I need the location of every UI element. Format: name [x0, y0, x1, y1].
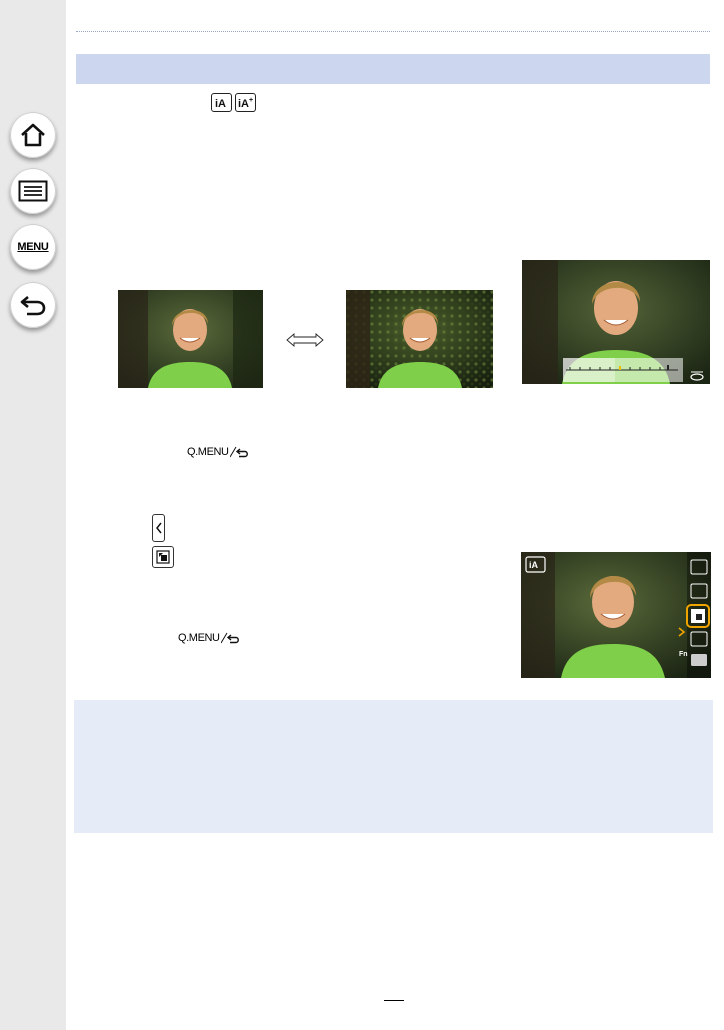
qmenu-cancel-key: Q.MENU — [187, 446, 250, 458]
camera-screen-defocus-slider — [522, 260, 710, 384]
intelligent-auto-icon: iA — [211, 93, 232, 112]
return-arrow-icon — [220, 632, 239, 644]
mode-icons: iA iA + — [211, 93, 256, 112]
svg-text:iA: iA — [215, 98, 226, 109]
sidebar-nav: MENU — [0, 0, 66, 1030]
list-icon — [18, 180, 48, 202]
svg-text:iA: iA — [238, 98, 249, 109]
qmenu-cancel-key-2: Q.MENU — [178, 632, 241, 644]
portrait-photo-normal — [118, 290, 263, 388]
portrait-photo-defocus — [346, 290, 493, 388]
section-header-bar — [76, 54, 710, 84]
back-button[interactable] — [10, 282, 56, 328]
menu-label: MENU — [17, 241, 49, 253]
qmenu-label: Q.MENU — [187, 446, 229, 458]
note-box — [74, 700, 713, 833]
intelligent-auto-plus-icon: iA + — [235, 93, 256, 112]
defocus-control-icon — [152, 546, 174, 568]
page-number-line — [384, 1000, 404, 1001]
back-arrow-icon — [20, 296, 46, 316]
qmenu-label-2: Q.MENU — [178, 632, 220, 644]
svg-text:Fn: Fn — [679, 651, 688, 658]
home-icon — [21, 123, 45, 147]
top-rule — [76, 31, 710, 32]
svg-text:+: + — [249, 97, 253, 104]
home-button[interactable] — [10, 112, 56, 158]
svg-text:iA: iA — [529, 560, 539, 570]
menu-button[interactable]: MENU — [10, 224, 56, 270]
camera-screen-touch-tab: iA Fn — [521, 552, 711, 678]
double-arrow-icon — [286, 333, 324, 347]
contents-button[interactable] — [10, 168, 56, 214]
left-tab-icon — [152, 514, 165, 542]
return-arrow-icon — [229, 446, 248, 458]
